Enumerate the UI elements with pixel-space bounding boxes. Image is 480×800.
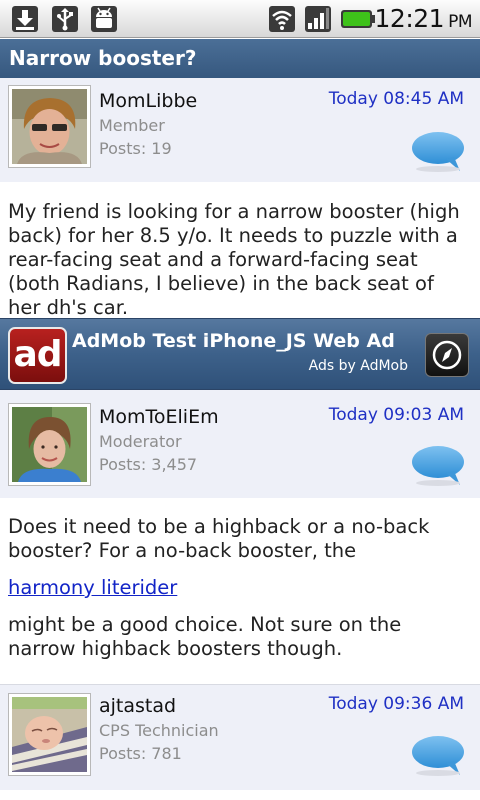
- post-timestamp: Today 09:36 AM: [328, 694, 464, 714]
- compass-icon[interactable]: [425, 333, 469, 377]
- post-body: Does it need to be a highback or a no-ba…: [8, 515, 430, 562]
- post-timestamp: Today 08:45 AM: [328, 89, 464, 109]
- admob-logo: ad: [8, 327, 67, 384]
- post-count: Posts: 3,457: [99, 455, 198, 474]
- thread-title-bar: Narrow booster?: [0, 39, 480, 78]
- post-header[interactable]: MomToEliEm Moderator Posts: 3,457 Today …: [0, 390, 480, 498]
- username[interactable]: MomToEliEm: [99, 406, 219, 428]
- battery-icon: [341, 10, 375, 28]
- post-body: My friend is looking for a narrow booste…: [8, 200, 460, 319]
- post-header[interactable]: ajtastad CPS Technician Posts: 781 Today…: [0, 685, 480, 790]
- ad-attribution: Ads by AdMob: [308, 358, 408, 374]
- reply-bubble-icon[interactable]: [410, 443, 466, 487]
- post-timestamp: Today 09:03 AM: [328, 405, 464, 425]
- avatar[interactable]: [8, 693, 91, 776]
- reply-bubble-icon[interactable]: [410, 733, 466, 777]
- signal-icon: [305, 6, 331, 32]
- user-photo-icon: [12, 407, 87, 482]
- user-photo-icon: [12, 697, 87, 772]
- post-header[interactable]: MomLibbe Member Posts: 19 Today 08:45 AM: [0, 78, 480, 182]
- avatar[interactable]: [8, 85, 91, 168]
- username[interactable]: MomLibbe: [99, 90, 197, 112]
- user-role: Moderator: [99, 432, 182, 451]
- android-debug-icon: [91, 6, 117, 32]
- user-role: CPS Technician: [99, 721, 219, 740]
- thread-title: Narrow booster?: [9, 46, 197, 70]
- avatar[interactable]: [8, 403, 91, 486]
- wifi-icon: [269, 6, 295, 32]
- ad-banner[interactable]: ad AdMob Test iPhone_JS Web Ad Ads by Ad…: [0, 318, 480, 390]
- reply-bubble-icon[interactable]: [410, 129, 466, 173]
- status-bar: 12:21 PM: [0, 0, 480, 38]
- post-count: Posts: 781: [99, 744, 182, 763]
- clock: 12:21 PM: [374, 4, 473, 33]
- user-photo-icon: [12, 89, 87, 164]
- usb-icon: [52, 6, 78, 32]
- product-link[interactable]: harmony literider: [8, 576, 177, 599]
- post-body: might be a good choice. Not sure on the …: [8, 613, 402, 660]
- download-icon: [12, 6, 38, 32]
- post-count: Posts: 19: [99, 139, 172, 158]
- username[interactable]: ajtastad: [99, 695, 176, 717]
- user-role: Member: [99, 116, 165, 135]
- ad-title[interactable]: AdMob Test iPhone_JS Web Ad: [72, 330, 395, 352]
